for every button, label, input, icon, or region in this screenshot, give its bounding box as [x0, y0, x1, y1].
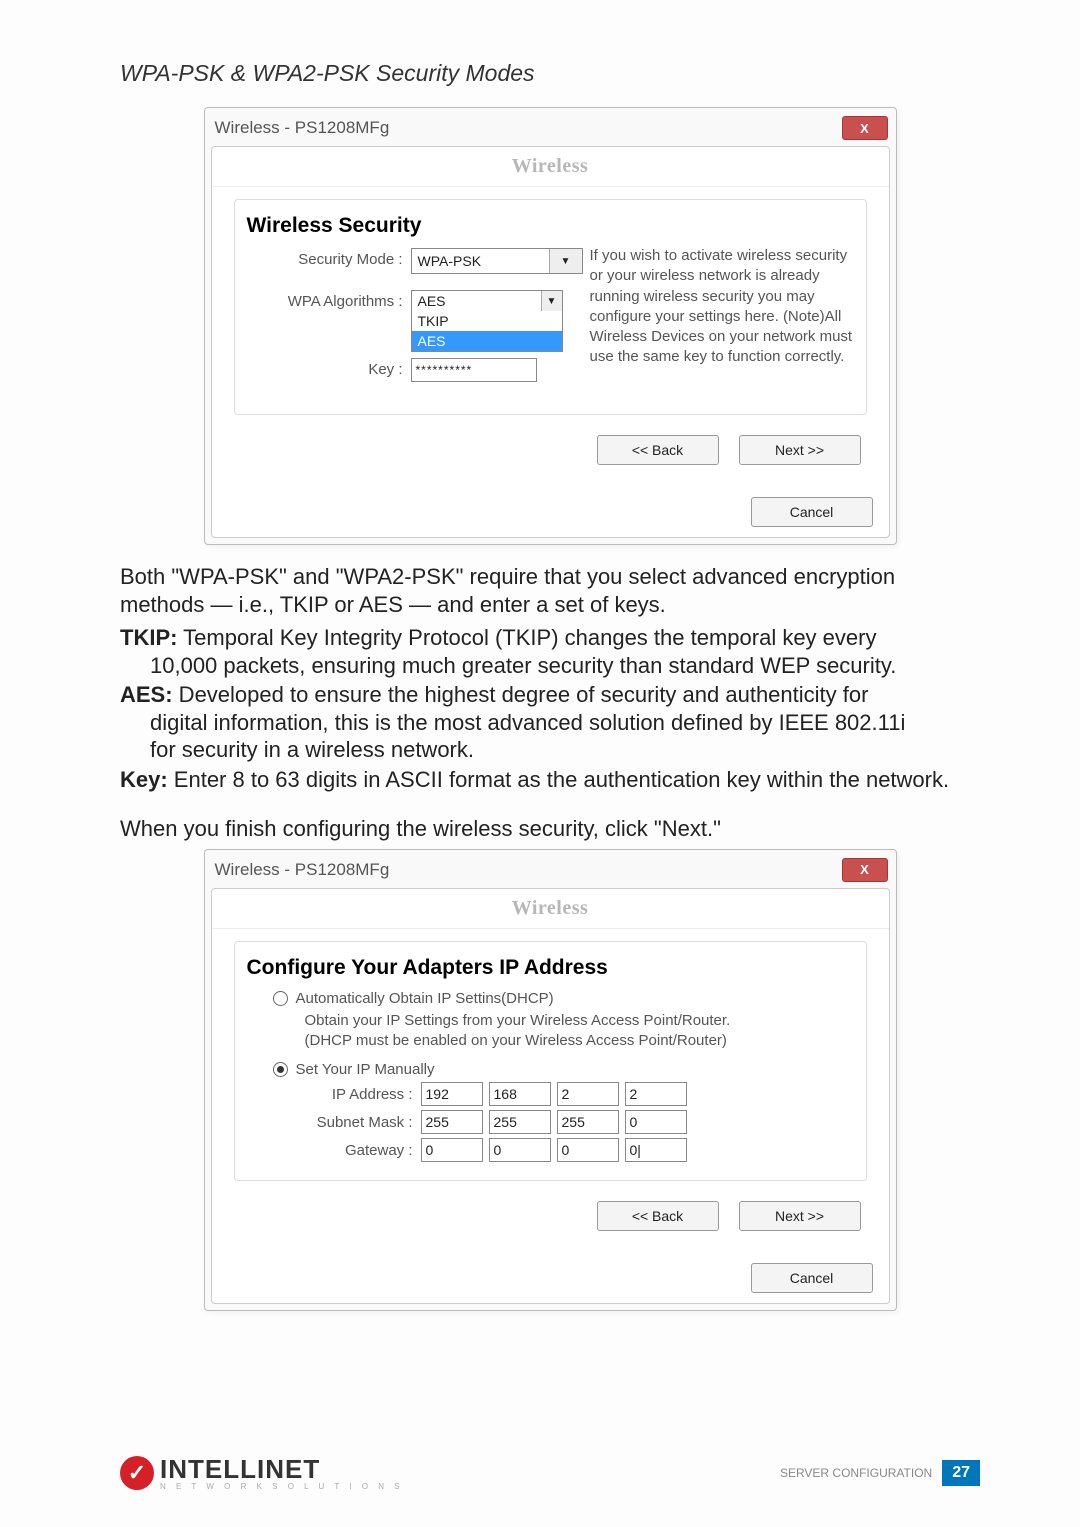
- wpa-algo-option-tkip[interactable]: TKIP: [412, 311, 562, 331]
- page-footer: ✓ INTELLINET N E T W O R K S O L U T I O…: [120, 1454, 980, 1491]
- window-title: Wireless - PS1208MFg: [215, 118, 390, 138]
- cancel-button[interactable]: Cancel: [751, 497, 873, 527]
- mask-octet-3[interactable]: 255: [557, 1110, 619, 1134]
- key-input[interactable]: **********: [411, 358, 537, 382]
- security-mode-label: Security Mode :: [243, 248, 411, 268]
- ip-address-label: IP Address :: [283, 1086, 421, 1103]
- group-heading: Configure Your Adapters IP Address: [247, 956, 858, 980]
- paragraph-next: When you finish configuring the wireless…: [120, 815, 980, 843]
- help-text: If you wish to activate wireless securit…: [590, 246, 860, 368]
- footer-section: SERVER CONFIGURATION: [780, 1466, 932, 1480]
- radio-manual[interactable]: Set Your IP Manually: [273, 1061, 858, 1078]
- close-icon[interactable]: X: [842, 858, 888, 882]
- gw-octet-2[interactable]: 0: [489, 1138, 551, 1162]
- subnet-mask-label: Subnet Mask :: [283, 1114, 421, 1131]
- section-title: WPA-PSK & WPA2-PSK Security Modes: [120, 60, 980, 87]
- key-definition: Key: Enter 8 to 63 digits in ASCII forma…: [120, 766, 980, 794]
- brand-tagline: N E T W O R K S O L U T I O N S: [160, 1482, 404, 1491]
- gw-octet-4[interactable]: 0|: [625, 1138, 687, 1162]
- wireless-security-dialog: Wireless - PS1208MFg X Wireless Wireless…: [204, 107, 897, 545]
- wpa-algorithms-select[interactable]: AES ▼ TKIP AES: [411, 290, 563, 352]
- radio-icon: [273, 991, 288, 1006]
- close-icon[interactable]: X: [842, 116, 888, 140]
- next-button[interactable]: Next >>: [739, 435, 861, 465]
- radio-manual-label: Set Your IP Manually: [296, 1061, 435, 1078]
- page-number: 27: [942, 1460, 980, 1486]
- gw-octet-1[interactable]: 0: [421, 1138, 483, 1162]
- brand-name: INTELLINET: [160, 1454, 404, 1485]
- ip-config-dialog: Wireless - PS1208MFg X Wireless Configur…: [204, 849, 897, 1312]
- security-mode-value: WPA-PSK: [412, 253, 488, 269]
- aes-definition: AES: Developed to ensure the highest deg…: [120, 681, 980, 764]
- mask-octet-1[interactable]: 255: [421, 1110, 483, 1134]
- radio-dhcp-label: Automatically Obtain IP Settins(DHCP): [296, 990, 554, 1007]
- panel-banner: Wireless: [212, 889, 889, 929]
- brand-logo-icon: ✓: [120, 1456, 154, 1490]
- ip-octet-4[interactable]: 2: [625, 1082, 687, 1106]
- next-button[interactable]: Next >>: [739, 1201, 861, 1231]
- tkip-definition: TKIP: Temporal Key Integrity Protocol (T…: [120, 624, 980, 679]
- back-button[interactable]: << Back: [597, 1201, 719, 1231]
- window-title: Wireless - PS1208MFg: [215, 860, 390, 880]
- chevron-down-icon: ▼: [541, 291, 562, 311]
- chevron-down-icon: ▼: [549, 249, 582, 273]
- mask-octet-4[interactable]: 0: [625, 1110, 687, 1134]
- key-label: Key :: [243, 358, 411, 378]
- gateway-label: Gateway :: [283, 1142, 421, 1159]
- mask-octet-2[interactable]: 255: [489, 1110, 551, 1134]
- ip-octet-3[interactable]: 2: [557, 1082, 619, 1106]
- back-button[interactable]: << Back: [597, 435, 719, 465]
- ip-octet-1[interactable]: 192: [421, 1082, 483, 1106]
- wpa-algorithms-label: WPA Algorithms :: [243, 290, 411, 310]
- group-heading: Wireless Security: [247, 214, 858, 238]
- ip-octet-2[interactable]: 168: [489, 1082, 551, 1106]
- radio-icon: [273, 1062, 288, 1077]
- wpa-algo-current: AES: [418, 293, 446, 309]
- dhcp-help-text: Obtain your IP Settings from your Wirele…: [305, 1011, 858, 1052]
- panel-banner: Wireless: [212, 147, 889, 187]
- paragraph-intro: Both "WPA-PSK" and "WPA2-PSK" require th…: [120, 563, 980, 618]
- wpa-algo-option-aes[interactable]: AES: [412, 331, 562, 351]
- gw-octet-3[interactable]: 0: [557, 1138, 619, 1162]
- radio-dhcp[interactable]: Automatically Obtain IP Settins(DHCP): [273, 990, 858, 1007]
- security-mode-select[interactable]: WPA-PSK ▼: [411, 248, 583, 274]
- cancel-button[interactable]: Cancel: [751, 1263, 873, 1293]
